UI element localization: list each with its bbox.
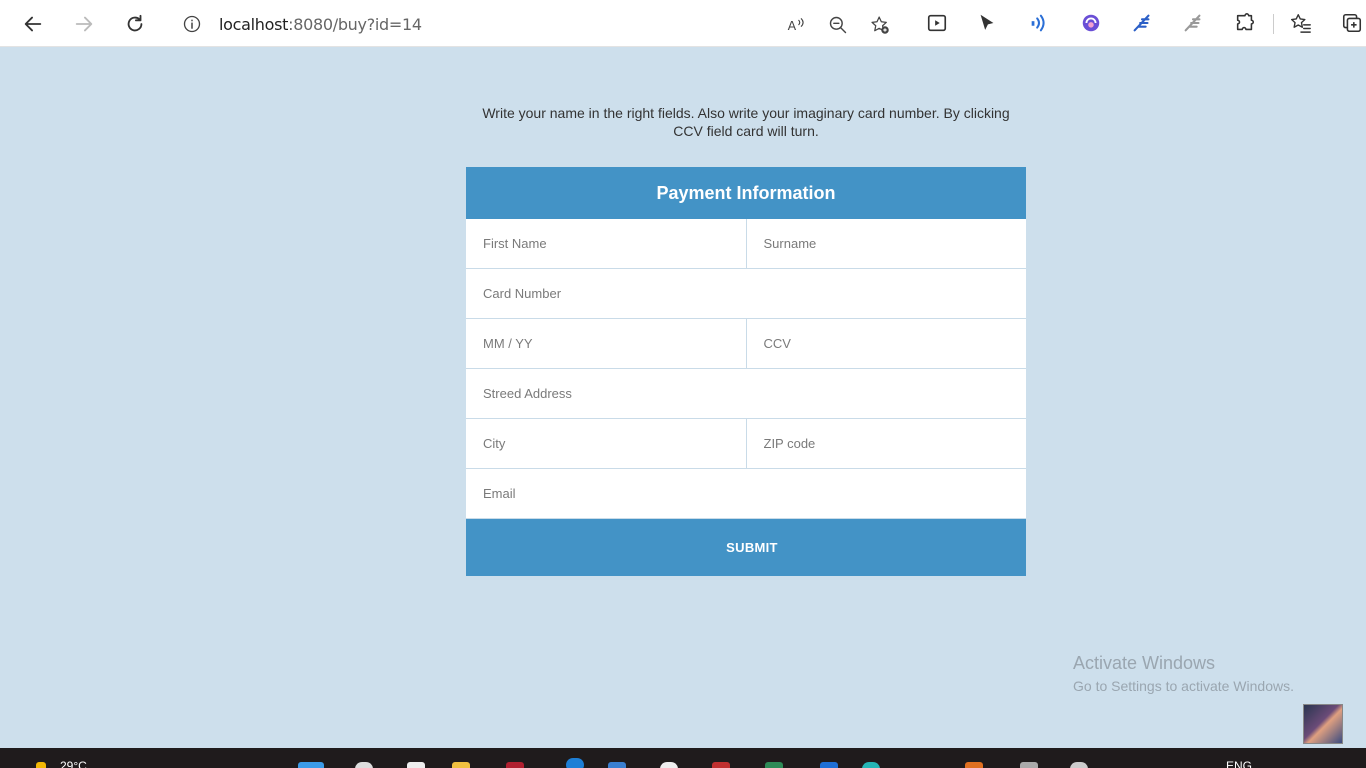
vscode-icon[interactable] <box>820 762 838 768</box>
refresh-button[interactable] <box>119 8 151 40</box>
folder-icon[interactable] <box>452 762 470 768</box>
language-indicator[interactable]: ENG <box>1226 759 1252 768</box>
watermark-subtitle: Go to Settings to activate Windows. <box>1073 678 1294 694</box>
svg-text:A: A <box>788 18 797 33</box>
edge-icon[interactable] <box>566 758 584 768</box>
taskbar: 29°C ENG <box>0 748 1366 768</box>
email-row <box>466 469 1026 519</box>
first-name-input[interactable] <box>466 219 747 268</box>
search-icon[interactable] <box>355 762 373 768</box>
puzzle-icon <box>1236 13 1255 31</box>
name-row <box>466 219 1026 269</box>
email-input[interactable] <box>466 469 1026 518</box>
toolbar-divider <box>1273 14 1274 34</box>
back-button[interactable] <box>17 8 49 40</box>
favorites-list-icon <box>1290 14 1311 33</box>
add-favorite-icon[interactable] <box>870 15 890 35</box>
cursor-extension-button[interactable] <box>976 12 998 34</box>
app-icon-4[interactable] <box>862 762 880 768</box>
url-path: :8080/buy?id=14 <box>288 15 422 34</box>
add-tab-collection-icon <box>1342 13 1362 33</box>
webcam-thumbnail <box>1303 704 1343 744</box>
info-icon[interactable] <box>182 14 202 34</box>
weather-text: 29°C <box>60 759 87 768</box>
browser-toolbar: localhost:8080/buy?id=14 A <box>0 0 1366 47</box>
ccv-input[interactable] <box>746 319 1026 368</box>
surname-input[interactable] <box>746 219 1026 268</box>
instructions-text: Write your name in the right fields. Als… <box>482 105 1010 139</box>
card-row <box>466 269 1026 319</box>
feather-extension-button[interactable] <box>1131 12 1153 34</box>
forward-button[interactable] <box>68 8 100 40</box>
chrome-icon[interactable] <box>660 762 678 768</box>
task-view-icon[interactable] <box>407 762 425 768</box>
url-text[interactable]: localhost:8080/buy?id=14 <box>219 15 422 34</box>
expiry-row <box>466 319 1026 369</box>
app-icon[interactable] <box>506 762 524 768</box>
city-input[interactable] <box>466 419 747 468</box>
arrow-right-icon <box>75 16 93 32</box>
submit-button[interactable]: SUBMIT <box>466 519 1026 576</box>
wireless-extension-button[interactable] <box>1028 12 1050 34</box>
city-row <box>466 419 1026 469</box>
weather-icon <box>36 762 46 768</box>
url-host: localhost <box>219 15 289 34</box>
app-icon-6[interactable] <box>1070 762 1088 768</box>
watermark-title: Activate Windows <box>1073 653 1216 673</box>
expiry-input[interactable] <box>466 319 747 368</box>
app-icon-5[interactable] <box>965 762 983 768</box>
feather-blue-icon <box>1133 14 1150 32</box>
zip-input[interactable] <box>746 419 1026 468</box>
collections-button[interactable] <box>1341 12 1363 34</box>
copilot-extension-button[interactable] <box>1080 12 1102 34</box>
address-row <box>466 369 1026 419</box>
swirl-icon <box>1082 14 1100 32</box>
payment-form: Payment Information SUBMIT <box>466 167 1026 576</box>
zoom-out-icon[interactable] <box>828 15 848 35</box>
favorites-button[interactable] <box>1290 12 1312 34</box>
extensions-button[interactable] <box>1234 12 1256 34</box>
form-title: Payment Information <box>466 167 1026 219</box>
card-number-input[interactable] <box>466 269 1026 318</box>
feather-gray-icon <box>1184 14 1201 32</box>
arrow-left-icon <box>24 16 42 32</box>
app-icon-3[interactable] <box>765 762 783 768</box>
app-icon-2[interactable] <box>712 762 730 768</box>
settings-icon[interactable] <box>1020 762 1038 768</box>
street-address-input[interactable] <box>466 369 1026 418</box>
split-screen-icon <box>927 14 947 32</box>
activation-watermark: Activate Windows Go to Settings to activ… <box>1073 652 1294 696</box>
signal-icon <box>1031 14 1045 32</box>
store-icon[interactable] <box>608 762 626 768</box>
start-icon[interactable] <box>298 762 324 768</box>
address-bar[interactable]: localhost:8080/buy?id=14 A <box>168 6 902 42</box>
read-aloud-icon[interactable]: A <box>786 15 806 35</box>
immersive-reader-button[interactable] <box>926 12 948 34</box>
refresh-icon <box>127 14 143 32</box>
feather-gray-extension-button[interactable] <box>1182 12 1204 34</box>
cursor-icon <box>980 14 994 30</box>
